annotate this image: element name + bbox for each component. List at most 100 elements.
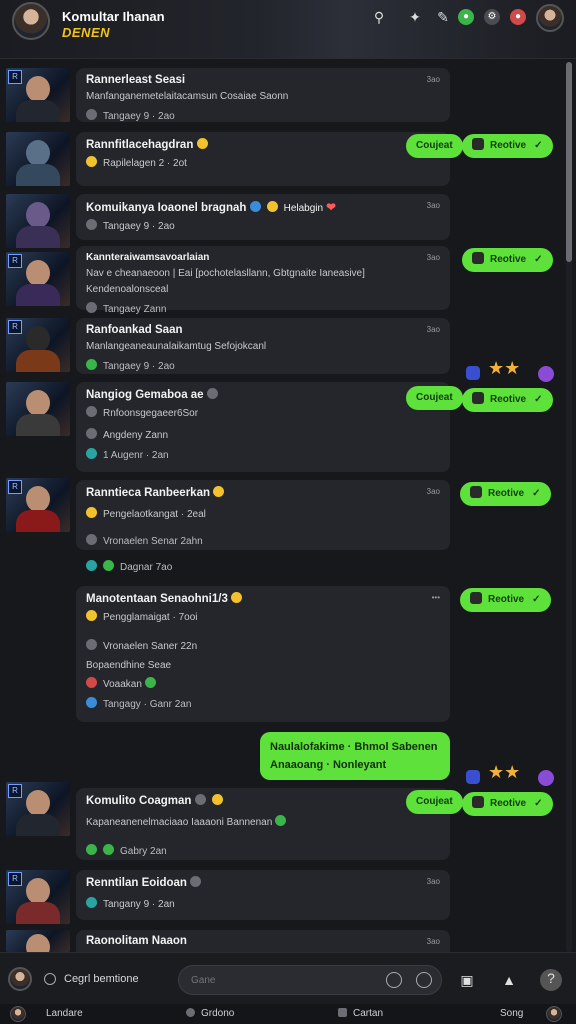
radio-icon[interactable] <box>44 973 56 985</box>
thumbnail[interactable] <box>6 930 70 952</box>
card-title: Ranntieca Ranbeerkan <box>86 486 440 499</box>
tag-icon: R <box>8 320 22 334</box>
settings-icon[interactable]: ⚙ <box>484 9 500 25</box>
card-line: Manfanganemetelaitacamsun Cosaiae Saonn <box>86 91 289 102</box>
reaction-button[interactable]: Reotive ✓ <box>462 792 553 816</box>
badge-icon <box>538 366 554 382</box>
feed-card[interactable]: Nangiog Gemaboa ae Rnfoonsgegaeer6Sor An… <box>76 382 450 472</box>
gallery-icon[interactable]: ▣ <box>458 971 476 989</box>
thumbnail[interactable]: R <box>6 252 70 306</box>
feed-card[interactable]: Komuikanya Ioaonel bragnah Helabgin ❤ Ta… <box>76 194 450 240</box>
card-title: Nangiog Gemaboa ae <box>86 388 440 401</box>
card-line: Pengelaotkangat · 2eal <box>86 507 440 520</box>
emoji-icon <box>472 796 484 808</box>
card-line: Tangaey 9 · 2ao <box>86 219 440 232</box>
thumbnail[interactable]: R <box>6 318 70 372</box>
message-bubble[interactable]: Naulalofakime · Bhmol Sabenen Anaaoang ·… <box>260 732 450 780</box>
composer-avatar[interactable] <box>8 967 32 991</box>
card-line: Angdeny Zann <box>86 428 440 441</box>
check-icon: ✓ <box>532 594 541 605</box>
card-time: 3ao <box>426 487 440 496</box>
check-icon: ✓ <box>532 488 541 499</box>
card-meta: Vronaelen Senar 2ahn <box>86 534 440 547</box>
feed-card[interactable]: Ranfoankad Saan Manlangeaneaunalaikamtug… <box>76 318 450 374</box>
card-line: Rnfoonsgegaeer6Sor <box>86 406 440 419</box>
tag-icon: R <box>8 480 22 494</box>
card-title: Raonolitam Naaon <box>86 935 187 947</box>
stars-icon: ★★ <box>488 762 521 782</box>
camera-icon[interactable] <box>386 972 402 988</box>
emoji-icon <box>470 592 482 604</box>
help-icon[interactable]: ? <box>540 969 562 991</box>
card-time: 3ao <box>426 253 440 262</box>
user-avatar[interactable] <box>536 4 564 32</box>
thumbnail[interactable] <box>6 132 70 186</box>
emoji-icon <box>249 201 261 212</box>
tab-avatar[interactable] <box>546 1006 562 1022</box>
edit-icon[interactable]: ✎ <box>434 8 452 26</box>
check-icon: ✓ <box>534 798 543 809</box>
tab-grdono[interactable]: Grdono <box>186 1008 234 1019</box>
card-meta: Tangaey 9 · 2ao <box>86 359 440 372</box>
tab-landare[interactable]: Landare <box>46 1008 83 1019</box>
badge-icon <box>466 770 480 784</box>
thumbnail[interactable]: R <box>6 478 70 532</box>
clock-icon[interactable] <box>416 972 432 988</box>
puzzle-icon[interactable]: ✦ <box>406 8 424 26</box>
card-meta: 1 Augenr · 2an <box>86 448 440 461</box>
message-input[interactable] <box>178 965 442 995</box>
search-icon[interactable]: ⚲ <box>370 8 388 26</box>
feed-card[interactable]: Ranntieca Ranbeerkan Pengelaotkangat · 2… <box>76 480 450 550</box>
reaction-button[interactable]: Reotive ✓ <box>462 248 553 272</box>
emoji-icon <box>266 201 278 212</box>
emoji-icon <box>231 592 243 603</box>
triangle-icon[interactable]: ▲ <box>500 971 518 989</box>
tab-cartan[interactable]: Cartan <box>338 1008 383 1019</box>
check-icon: ✓ <box>534 394 543 405</box>
comment-icon <box>86 534 97 545</box>
reaction-button[interactable]: Reotive ✓ <box>460 588 551 612</box>
reaction-button[interactable]: Reotive ✓ <box>462 388 553 412</box>
emoji-icon <box>194 794 206 805</box>
feed-card[interactable]: Rannerleast Seasi Manfanganemetelaitacam… <box>76 68 450 122</box>
emoji-icon <box>86 610 97 621</box>
green-status-icon[interactable]: ● <box>458 9 474 25</box>
emoji-icon <box>470 486 482 498</box>
card-meta: Gabry 2an <box>86 844 440 857</box>
feed-card[interactable]: Raonolitam Naaon 3ao <box>76 930 450 952</box>
tab-song[interactable]: Song <box>500 1008 523 1019</box>
clock-icon <box>86 302 97 313</box>
emoji-icon <box>472 252 484 264</box>
reaction-button[interactable]: Reotive ✓ <box>460 482 551 506</box>
check-icon: ✓ <box>534 140 543 151</box>
like-icon <box>86 359 97 370</box>
scrollbar-thumb[interactable] <box>566 62 572 262</box>
reaction-button[interactable]: Coujeat <box>406 386 463 410</box>
feed-card[interactable]: Renntilan Eoidoan Tangany 9 · 2an 3ao <box>76 870 450 920</box>
thumbnail[interactable]: R <box>6 870 70 924</box>
thumbnail[interactable] <box>6 194 70 248</box>
app-subtitle: DENEN <box>62 25 111 40</box>
red-alert-icon[interactable]: ● <box>510 9 526 25</box>
tag-icon: R <box>8 784 22 798</box>
card-time: 3ao <box>426 201 440 210</box>
alert-icon <box>86 677 97 688</box>
feed-card[interactable]: Manotentaan Senaohni1/3 Pengglamaigat · … <box>76 586 450 722</box>
tab-icon <box>186 1008 195 1017</box>
card-time: 3ao <box>426 75 440 84</box>
reaction-button[interactable]: Coujeat <box>406 134 463 158</box>
like-icon <box>86 560 97 571</box>
feed-card[interactable]: Komulito Coagman Kapaneanenelmaciaao Iaa… <box>76 788 450 860</box>
feed-card[interactable]: Rannfitlacehagdran Rapilelagen 2 · 2ot <box>76 132 450 186</box>
emoji-icon <box>472 392 484 404</box>
tab-avatar[interactable] <box>10 1006 26 1022</box>
badge-icon <box>538 770 554 786</box>
feed-card[interactable]: Kannteraiwamsavoarlaian Nav e cheanaeoon… <box>76 246 450 315</box>
like-icon <box>103 560 114 571</box>
thumbnail[interactable]: R <box>6 782 70 836</box>
thumbnail[interactable]: R <box>6 68 70 122</box>
reaction-button[interactable]: Coujeat <box>406 790 463 814</box>
profile-avatar[interactable] <box>12 2 50 40</box>
thumbnail[interactable] <box>6 382 70 436</box>
reaction-button[interactable]: Reotive ✓ <box>462 134 553 158</box>
